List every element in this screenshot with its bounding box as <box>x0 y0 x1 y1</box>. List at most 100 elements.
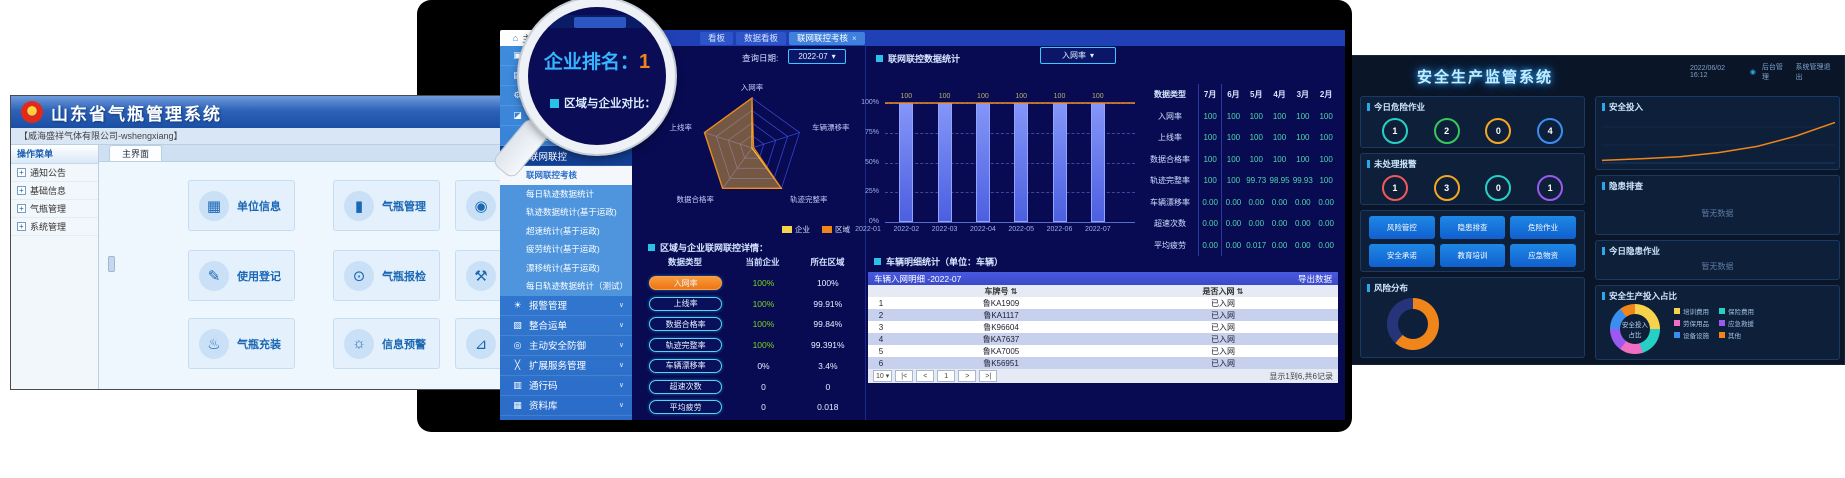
investment-line-chart <box>1602 115 1835 165</box>
submenu-item-漂移统计(基于运政)[interactable]: 漂移统计(基于运政) <box>500 259 632 278</box>
sidebar-item-整合运单[interactable]: ▧整合运单∨ <box>500 316 632 336</box>
close-icon[interactable]: × <box>852 34 857 43</box>
page-size-select[interactable]: 10 ▾ <box>873 370 892 382</box>
sidebar-item-报警管理[interactable]: ☀报警管理∨ <box>500 296 632 316</box>
status-cell: 已入网 <box>1108 358 1338 369</box>
table-row[interactable]: 1鲁KA1909已入网 <box>868 297 1338 309</box>
chevron-down-icon: ∨ <box>619 321 624 329</box>
panel-investment: 安全投入 <box>1595 96 1840 170</box>
sidebar-item-label: 通行码 <box>529 378 613 392</box>
table-row[interactable]: 2鲁KA1117已入网 <box>868 309 1338 321</box>
table-row[interactable]: 6鲁K56951已入网 <box>868 357 1338 369</box>
tile-使用登记[interactable]: ✎使用登记 <box>188 250 295 301</box>
month-header-3月: 3月 <box>1291 84 1314 106</box>
tab-联网联控考核[interactable]: 联网联控考核 × <box>789 32 865 45</box>
plate-header[interactable]: 车牌号 ⇅ <box>894 286 1108 297</box>
sidebar-item-通知公告[interactable]: +通知公告 <box>11 164 98 182</box>
radar-series-区域 <box>704 98 781 188</box>
status-cell: 已入网 <box>1108 310 1338 321</box>
tile-气瓶管理[interactable]: ▮气瓶管理 <box>333 180 440 231</box>
month-value: 99.93 <box>1291 170 1314 192</box>
sidebar-item-扩展服务管理[interactable]: ╳扩展服务管理∨ <box>500 356 632 376</box>
quick-button-隐患排查[interactable]: 隐患排查 <box>1440 216 1506 239</box>
company-value: 100% <box>731 340 795 350</box>
status-cell: 已入网 <box>1108 298 1338 309</box>
dashboard-tabstrip: 看板数据看板联网联控考核 × <box>644 30 1345 46</box>
submenu-item-每日轨迹数据统计[interactable]: 每日轨迹数据统计 <box>500 185 632 204</box>
expand-plus-icon[interactable]: + <box>17 168 26 177</box>
month-value: 0.00 <box>1198 213 1221 235</box>
sidebar-item-气瓶管理[interactable]: +气瓶管理 <box>11 200 98 218</box>
metric-pill-平均疲劳[interactable]: 平均疲劳 <box>649 400 722 414</box>
metric-pill-入网率[interactable]: 入网率 <box>649 276 722 290</box>
stat-ring: 1 <box>1537 175 1563 201</box>
quick-button-安全承诺[interactable]: 安全承诺 <box>1369 244 1435 267</box>
tab-main-screen[interactable]: 主界面 <box>109 145 162 161</box>
quick-button-应急物资[interactable]: 应急物资 <box>1510 244 1576 267</box>
metric-pill-超速次数[interactable]: 超速次数 <box>649 380 722 394</box>
sidebar-splitter-handle[interactable] <box>108 256 115 272</box>
month-value: 99.73 <box>1245 170 1268 192</box>
sidebar-item-label: 整合运单 <box>529 318 613 332</box>
submenu-item-疲劳统计(基于运政)[interactable]: 疲劳统计(基于运政) <box>500 240 632 259</box>
quick-button-教育培训[interactable]: 教育培训 <box>1440 244 1506 267</box>
bar-2022-03 <box>938 103 952 222</box>
tab-label: 联网联控考核 <box>797 32 848 44</box>
submenu-item-轨迹数据统计(基于运政)[interactable]: 轨迹数据统计(基于运政) <box>500 203 632 222</box>
pager-page-current[interactable]: 1 <box>937 370 955 382</box>
sidebar-item-基础信息[interactable]: +基础信息 <box>11 182 98 200</box>
pager-first-button[interactable]: |< <box>895 370 913 382</box>
logout-link[interactable]: 系统管理退出 <box>1796 62 1837 82</box>
expand-plus-icon[interactable]: + <box>17 186 26 195</box>
region-value: 99.84% <box>796 319 860 329</box>
sidebar-item-通行码[interactable]: ▥通行码∨ <box>500 376 632 396</box>
pager-last-button[interactable]: >| <box>979 370 997 382</box>
status-header[interactable]: 是否入网 ⇅ <box>1108 286 1338 297</box>
detail-row-车辆漂移率: 车辆漂移率0%3.4% <box>640 359 860 373</box>
panel-investment-title: 安全投入 <box>1596 97 1839 115</box>
sidebar-item-资料库[interactable]: ▦资料库∨ <box>500 396 632 416</box>
expand-plus-icon[interactable]: + <box>17 222 26 231</box>
company-value: 0 <box>731 382 795 392</box>
user-label[interactable]: 后台管理 <box>1762 62 1790 82</box>
x-axis-line <box>885 222 1135 223</box>
stat-ring: 1 <box>1382 175 1408 201</box>
tile-气瓶报检[interactable]: ⊙气瓶报检 <box>333 250 440 301</box>
tile-信息预警[interactable]: ☼信息预警 <box>333 318 440 369</box>
month-value: 100 <box>1221 106 1244 128</box>
metric-pill-数据合格率[interactable]: 数据合格率 <box>649 317 722 331</box>
submenu-item-每日轨迹数据统计（测试）[interactable]: 每日轨迹数据统计（测试） <box>500 277 632 296</box>
pager-prev-button[interactable]: < <box>916 370 934 382</box>
expand-plus-icon[interactable]: + <box>17 204 26 213</box>
plate-cell: 鲁KA7637 <box>894 334 1108 345</box>
metric-select[interactable]: 入网率 ▾ <box>1040 47 1116 64</box>
sidebar-item-系统管理[interactable]: +系统管理 <box>11 218 98 236</box>
month-value: 100 <box>1198 127 1221 149</box>
extension-service-icon: ╳ <box>512 360 523 371</box>
tab-看板[interactable]: 看板 <box>700 32 733 45</box>
table-row[interactable]: 4鲁KA7637已入网 <box>868 333 1338 345</box>
tab-数据看板[interactable]: 数据看板 <box>736 32 786 45</box>
pager-next-button[interactable]: > <box>958 370 976 382</box>
metric-pill-轨迹完整率[interactable]: 轨迹完整率 <box>649 338 722 352</box>
bar-2022-07 <box>1091 103 1105 222</box>
metric-pill-车辆漂移率[interactable]: 车辆漂移率 <box>649 359 722 373</box>
quick-button-危险作业[interactable]: 危险作业 <box>1510 216 1576 239</box>
query-date-value: 2022-07 <box>798 52 827 61</box>
quick-button-风险管控[interactable]: 风险管控 <box>1369 216 1435 239</box>
metric-pill-上线率[interactable]: 上线率 <box>649 297 722 311</box>
tile-气瓶充装[interactable]: ♨气瓶充装 <box>188 318 295 369</box>
query-date-select[interactable]: 2022-07 ▾ <box>788 49 846 64</box>
sidebar-item-主动安全防御[interactable]: ◎主动安全防御∨ <box>500 336 632 356</box>
table-row[interactable]: 5鲁KA7005已入网 <box>868 345 1338 357</box>
region-value: 3.4% <box>796 361 860 371</box>
row-number: 2 <box>868 311 894 320</box>
x-axis-tick: 2022-07 <box>1085 226 1111 233</box>
export-data-button[interactable]: 导出数据 <box>1298 273 1332 285</box>
table-row[interactable]: 3鲁K96604已入网 <box>868 321 1338 333</box>
submenu-item-超速统计(基于运政)[interactable]: 超速统计(基于运政) <box>500 222 632 241</box>
tile-单位信息[interactable]: ▦单位信息 <box>188 180 295 231</box>
invest-ratio-center-label: 安全投入占比 <box>1620 314 1650 344</box>
month-value: 0.00 <box>1314 192 1337 214</box>
month-row-metric: 数据合格率 <box>1142 149 1198 171</box>
